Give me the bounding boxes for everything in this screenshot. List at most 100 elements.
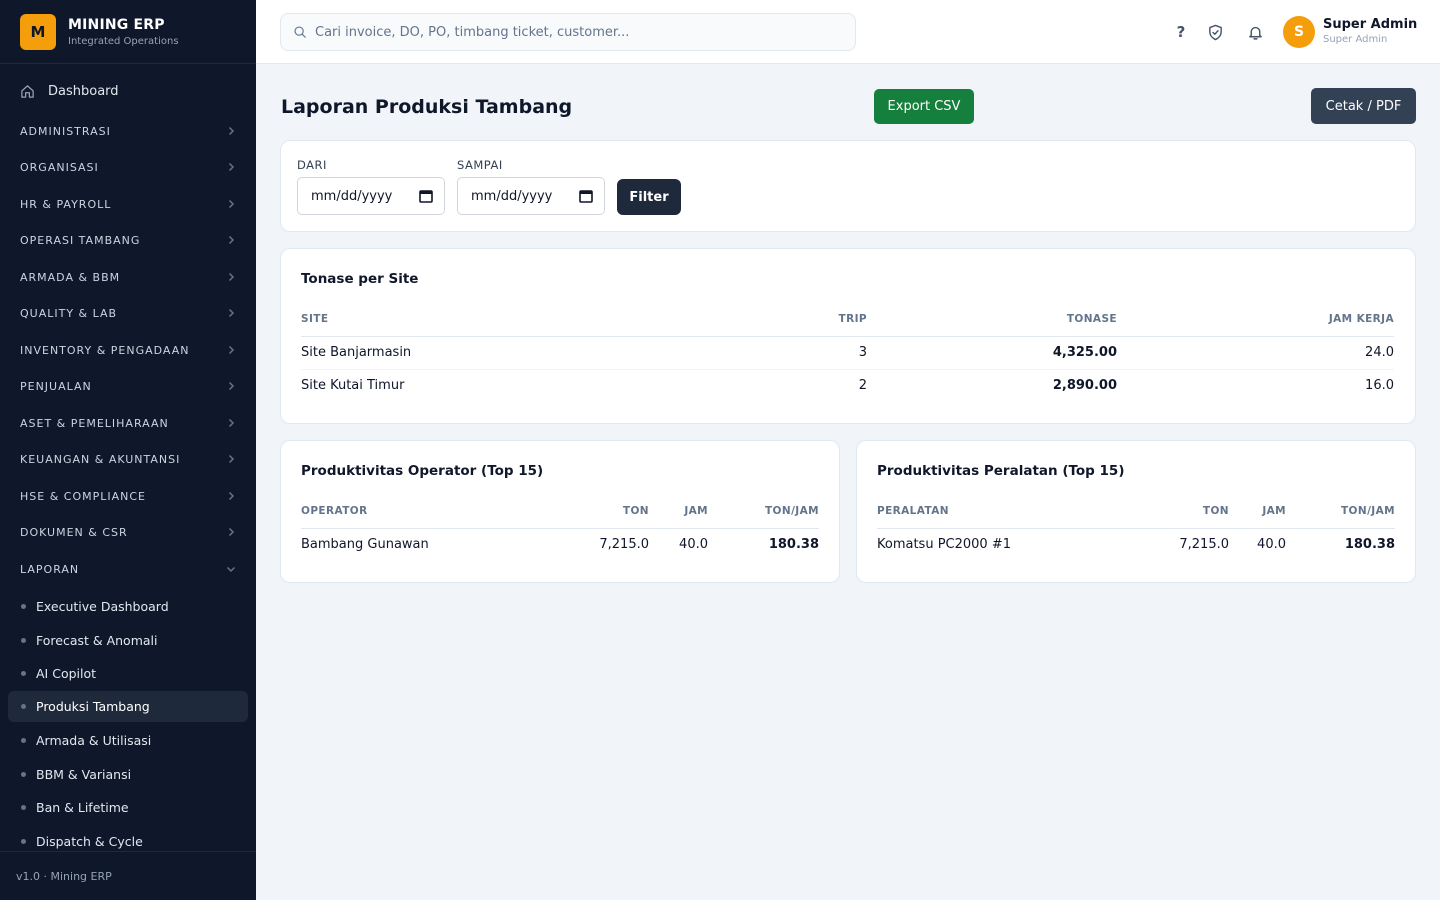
sidebar-group-organisasi[interactable]: ORGANISASI [20,158,236,176]
column-header-ton: TON [561,495,649,529]
sidebar-group-laporan[interactable]: LAPORAN [20,560,236,578]
sidebar-item-ai-copilot[interactable]: AI Copilot [8,658,248,689]
sidebar-item-label: BBM & Variansi [36,767,132,782]
filter-button[interactable]: Filter [617,179,681,215]
sidebar-group-label: ORGANISASI [20,160,99,174]
sidebar-item-dispatch-cycle[interactable]: Dispatch & Cycle [8,826,248,851]
from-label: DARI [297,158,327,172]
cell-site: Site Banjarmasin [301,336,751,370]
page-title: Laporan Produksi Tambang [281,96,573,118]
sidebar-item-executive-dashboard[interactable]: Executive Dashboard [8,591,248,622]
sidebar: M MINING ERP Integrated Operations Dashb… [0,0,256,900]
chevron-down-icon [226,566,236,573]
cell-jam: 40.0 [679,537,708,553]
shield-icon[interactable] [1205,22,1225,42]
operator-productivity-card: Produktivitas Operator (Top 15) OPERATOR… [280,440,840,583]
help-icon[interactable]: ? [1171,22,1191,42]
sidebar-item-armada-utilisasi[interactable]: Armada & Utilisasi [8,725,248,756]
sidebar-group-operasi-tambang[interactable]: OPERASI TAMBANG [20,231,236,249]
card-title: Tonase per Site [301,271,419,287]
to-label: SAMPAI [457,158,503,172]
sidebar-group-aset-pemeliharaan[interactable]: ASET & PEMELIHARAAN [20,414,236,432]
search-input[interactable] [315,24,835,40]
cell-tonase: 2,890.00 [1052,378,1117,394]
sidebar-item-label: Armada & Utilisasi [36,733,152,748]
table-header-row: OPERATOR TON JAM TON/JAM [301,495,819,529]
equipment-productivity-table: PERALATAN TON JAM TON/JAM Komatsu PC2000… [877,495,1395,561]
cell-ton-per-jam: 180.38 [768,537,819,553]
sidebar-group-label: HR & PAYROLL [20,197,112,211]
chevron-right-icon [228,527,235,537]
sidebar-item-label: AI Copilot [36,666,97,681]
export-csv-button[interactable]: Export CSV [874,89,974,124]
sidebar-group-label: ARMADA & BBM [20,270,121,284]
chevron-right-icon [228,454,235,464]
site-tonnage-table: SITE TRIP TONASE JAM KERJA Site Banjarma… [301,303,1394,402]
cell-jam-kerja: 24.0 [1117,336,1394,370]
cell-trip: 2 [858,378,867,394]
column-header-trip: TRIP [751,303,867,337]
bullet-dot [21,604,26,609]
sidebar-group-hr-payroll[interactable]: HR & PAYROLL [20,195,236,213]
sidebar-group-inventory-pengadaan[interactable]: INVENTORY & PENGADAAN [20,341,236,359]
brand-subtitle: Integrated Operations [68,35,179,47]
home-icon [21,85,34,98]
chevron-right-icon [228,491,235,501]
brand-logo: M [20,13,56,50]
table-row: Komatsu PC2000 #1 7,215.0 40.0 180.38 [877,528,1395,561]
column-header-ton-per-jam: TON/JAM [1286,495,1395,529]
sidebar-item-ban-lifetime[interactable]: Ban & Lifetime [8,792,248,823]
sidebar-group-keuangan-akuntansi[interactable]: KEUANGAN & AKUNTANSI [20,450,236,468]
sidebar-group-penjualan[interactable]: PENJUALAN [20,377,236,395]
cell-ton: 7,215.0 [1179,537,1229,553]
sidebar-item-label: Executive Dashboard [36,599,169,614]
sidebar-item-bbm-variansi[interactable]: BBM & Variansi [8,759,248,790]
sidebar-group-quality-lab[interactable]: QUALITY & LAB [20,304,236,322]
column-header-jam: JAM [1229,495,1286,529]
user-name: Super Admin [1323,17,1418,32]
cell-trip: 3 [751,336,867,370]
sidebar-group-label: ADMINISTRASI [20,124,111,138]
sidebar-nav: Dashboard ADMINISTRASI ORGANISASI HR & P… [0,64,256,851]
sidebar-group-administrasi[interactable]: ADMINISTRASI [20,122,236,140]
column-header-tonase: TONASE [867,303,1117,337]
avatar[interactable]: S [1283,16,1315,48]
to-date-input[interactable]: mm/dd/yyyy [457,177,605,215]
equipment-productivity-card: Produktivitas Peralatan (Top 15) PERALAT… [856,440,1416,583]
table-header-row: PERALATAN TON JAM TON/JAM [877,495,1395,529]
sidebar-group-dokumen-csr[interactable]: DOKUMEN & CSR [20,523,236,541]
print-pdf-button[interactable]: Cetak / PDF [1311,88,1416,124]
chevron-right-icon [228,418,235,428]
column-header-jam: JAM [649,495,708,529]
cell-operator: Bambang Gunawan [301,537,429,553]
sidebar-item-forecast-anomali[interactable]: Forecast & Anomali [8,625,248,656]
chevron-right-icon [228,235,235,245]
topbar: ? S Super Admin Super Admin [256,0,1440,64]
sidebar-item-produksi-tambang[interactable]: Produksi Tambang [8,691,248,722]
sidebar-group-armada-bbm[interactable]: ARMADA & BBM [20,268,236,286]
sidebar-item-label: Dashboard [48,84,119,99]
cell-jam-kerja: 16.0 [1365,378,1394,394]
from-date-input[interactable]: mm/dd/yyyy [297,177,445,215]
card-title: Produktivitas Peralatan (Top 15) [877,463,1125,479]
search-icon [294,26,306,38]
search-box[interactable] [280,13,856,51]
filter-card: DARI mm/dd/yyyy SAMPAI mm/dd/yyyy Filter [280,140,1416,232]
table-row: Bambang Gunawan 7,215.0 40.0 180.38 [301,528,819,561]
chevron-right-icon [228,345,235,355]
sidebar-group-hse-compliance[interactable]: HSE & COMPLIANCE [20,487,236,505]
user-role: Super Admin [1323,34,1388,45]
brand-name: MINING ERP [68,16,165,33]
cell-peralatan: Komatsu PC2000 #1 [877,537,1011,553]
column-header-operator: OPERATOR [301,495,561,529]
sidebar-item-label: Produksi Tambang [36,699,150,714]
sidebar-group-label: DOKUMEN & CSR [20,525,128,539]
sidebar-item-label: Dispatch & Cycle [36,834,143,849]
chevron-right-icon [228,126,235,136]
brand[interactable]: M MINING ERP Integrated Operations [0,0,256,64]
user-menu[interactable]: Super Admin Super Admin [1323,17,1417,45]
bell-icon[interactable] [1245,22,1265,42]
sidebar-group-label: OPERASI TAMBANG [20,233,141,247]
sidebar-item-dashboard[interactable]: Dashboard [20,84,119,99]
bullet-dot [21,772,26,777]
